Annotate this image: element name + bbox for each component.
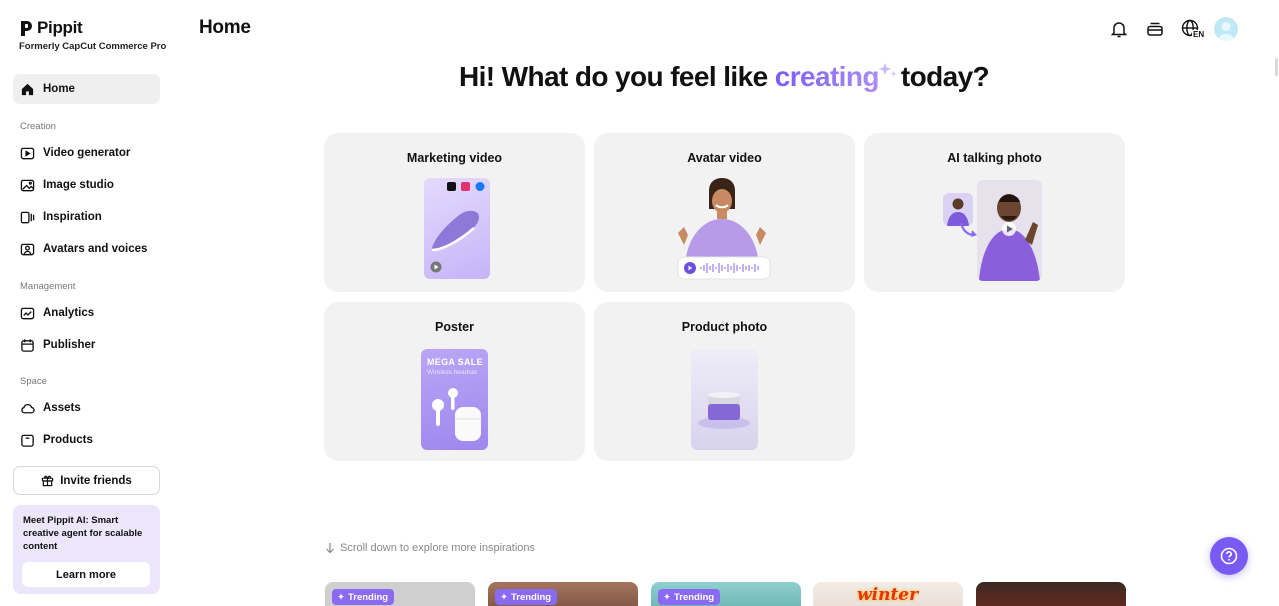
hero-suffix: today? (900, 61, 990, 92)
card-title: Product photo (681, 320, 768, 334)
sidebar-item-video-generator[interactable]: Video generator (13, 138, 160, 168)
inspiration-card[interactable]: ✦ Trending (488, 582, 638, 606)
winter-text: winter (857, 585, 919, 605)
gift-icon (41, 475, 54, 487)
cloud-icon (21, 403, 35, 413)
sidebar-item-label: Inspiration (43, 211, 102, 223)
avatar-illustration-icon (677, 178, 771, 280)
avatar[interactable] (1214, 17, 1238, 41)
notifications-button[interactable] (1109, 19, 1129, 39)
brand-subtitle: Formerly CapCut Commerce Pro (19, 41, 167, 52)
trending-badge: ✦ Trending (332, 589, 395, 605)
section-label-space: Space (20, 376, 47, 387)
sidebar-item-label: Assets (43, 402, 81, 414)
sparkle-icon: ✦ (663, 591, 671, 603)
sidebar-item-publisher[interactable]: Publisher (13, 330, 160, 360)
video-generator-icon (20, 147, 35, 159)
invite-friends-label: Invite friends (60, 474, 132, 487)
user-avatar-icon (1217, 22, 1235, 41)
card-product-photo[interactable]: Product photo (594, 302, 855, 461)
inspiration-card[interactable]: ✦ Trending (651, 582, 801, 606)
trending-label: Trending (510, 591, 552, 603)
analytics-icon (20, 307, 35, 319)
inspiration-card[interactable]: winter (813, 582, 963, 606)
language-code: EN (1192, 30, 1206, 39)
trending-badge: ✦ Trending (495, 589, 558, 605)
inbox-icon (1147, 22, 1163, 36)
section-label-management: Management (20, 281, 76, 292)
talking-person-illustration-icon (979, 194, 1040, 281)
card-avatar-video[interactable]: Avatar video (594, 133, 855, 292)
image-studio-icon (20, 179, 35, 191)
calendar-icon (21, 338, 34, 352)
brand[interactable]: Pippit (19, 18, 83, 38)
card-marketing-video[interactable]: Marketing video (324, 133, 585, 292)
sidebar-item-label: Video generator (43, 147, 131, 159)
invite-friends-button[interactable]: Invite friends (13, 466, 160, 495)
bell-icon (1110, 22, 1128, 38)
brand-name: Pippit (37, 18, 83, 37)
sidebar-item-analytics[interactable]: Analytics (13, 298, 160, 328)
sidebar-item-home[interactable]: Home (13, 74, 160, 104)
sneaker-illustration-icon (430, 182, 485, 273)
promo-card: Meet Pippit AI: Smart creative agent for… (13, 505, 160, 594)
poster-thumbnail: MEGA SALE Wireless headset (421, 349, 488, 450)
avatar-voice-icon (20, 243, 35, 255)
product-photo-thumbnail (691, 349, 758, 450)
sidebar: Pippit Formerly CapCut Commerce Pro Home… (0, 0, 174, 606)
card-poster[interactable]: Poster MEGA SALE Wireless headset (324, 302, 585, 461)
card-title: Poster (435, 320, 474, 334)
poster-subline: Wireless headset (427, 369, 477, 376)
sidebar-item-products[interactable]: Products (13, 425, 160, 455)
card-title: Avatar video (687, 151, 762, 165)
sidebar-item-label: Image studio (43, 179, 114, 191)
sidebar-item-avatars-and-voices[interactable]: Avatars and voices (13, 234, 160, 264)
talking-photo-thumbnail (977, 180, 1042, 281)
avatar-video-thumbnail (672, 177, 772, 283)
help-button[interactable] (1210, 537, 1248, 575)
sidebar-item-label: Publisher (43, 339, 96, 351)
trending-badge: ✦ Trending (658, 589, 721, 605)
trending-label: Trending (347, 591, 389, 603)
earbuds-illustration-icon (432, 388, 481, 441)
pippit-logo-icon (21, 20, 32, 36)
language-button[interactable]: EN (1181, 19, 1207, 41)
trending-label: Trending (673, 591, 715, 603)
scroll-hint: Scroll down to explore more inspirations (325, 542, 535, 554)
inspiration-card[interactable] (976, 582, 1126, 606)
sidebar-item-label: Products (43, 434, 93, 446)
inspiration-icon (20, 211, 35, 223)
card-title: AI talking photo (947, 151, 1042, 165)
cream-jar-illustration-icon (698, 392, 750, 429)
sidebar-item-inspiration[interactable]: Inspiration (13, 202, 160, 232)
sidebar-item-label: Analytics (43, 307, 95, 319)
inspiration-card[interactable]: ✦ Trending (325, 582, 475, 606)
sidebar-item-label: Avatars and voices (43, 243, 148, 255)
card-ai-talking-photo[interactable]: AI talking photo (864, 133, 1125, 292)
arrow-icon (959, 222, 977, 237)
sidebar-item-label: Home (43, 83, 75, 95)
sparkle-icon: ✦ (337, 591, 345, 603)
page-title: Home (199, 17, 251, 38)
promo-text: Meet Pippit AI: Smart creative agent for… (23, 515, 143, 552)
sidebar-item-assets[interactable]: Assets (13, 393, 160, 423)
sparkle-icon: ✦ (500, 591, 508, 603)
inbox-button[interactable] (1145, 19, 1165, 39)
card-title: Marketing video (406, 151, 503, 165)
sidebar-item-image-studio[interactable]: Image studio (13, 170, 160, 200)
hero-heading: Hi! What do you feel like creating today? (324, 60, 1124, 93)
learn-more-button[interactable]: Learn more (22, 562, 150, 587)
section-label-creation: Creation (20, 121, 56, 132)
scroll-hint-text: Scroll down to explore more inspirations (340, 542, 536, 554)
product-box-icon (21, 434, 34, 447)
poster-headline: MEGA SALE (427, 357, 483, 367)
hero-prefix: Hi! What do you feel like (458, 61, 768, 92)
question-icon (1220, 547, 1238, 565)
page-scrollbar[interactable] (1275, 58, 1278, 76)
home-icon (21, 83, 34, 95)
hero-accent: creating (774, 61, 880, 92)
arrow-down-icon (326, 543, 334, 554)
marketing-video-thumbnail (424, 178, 490, 279)
sparkle-icon (878, 63, 897, 77)
